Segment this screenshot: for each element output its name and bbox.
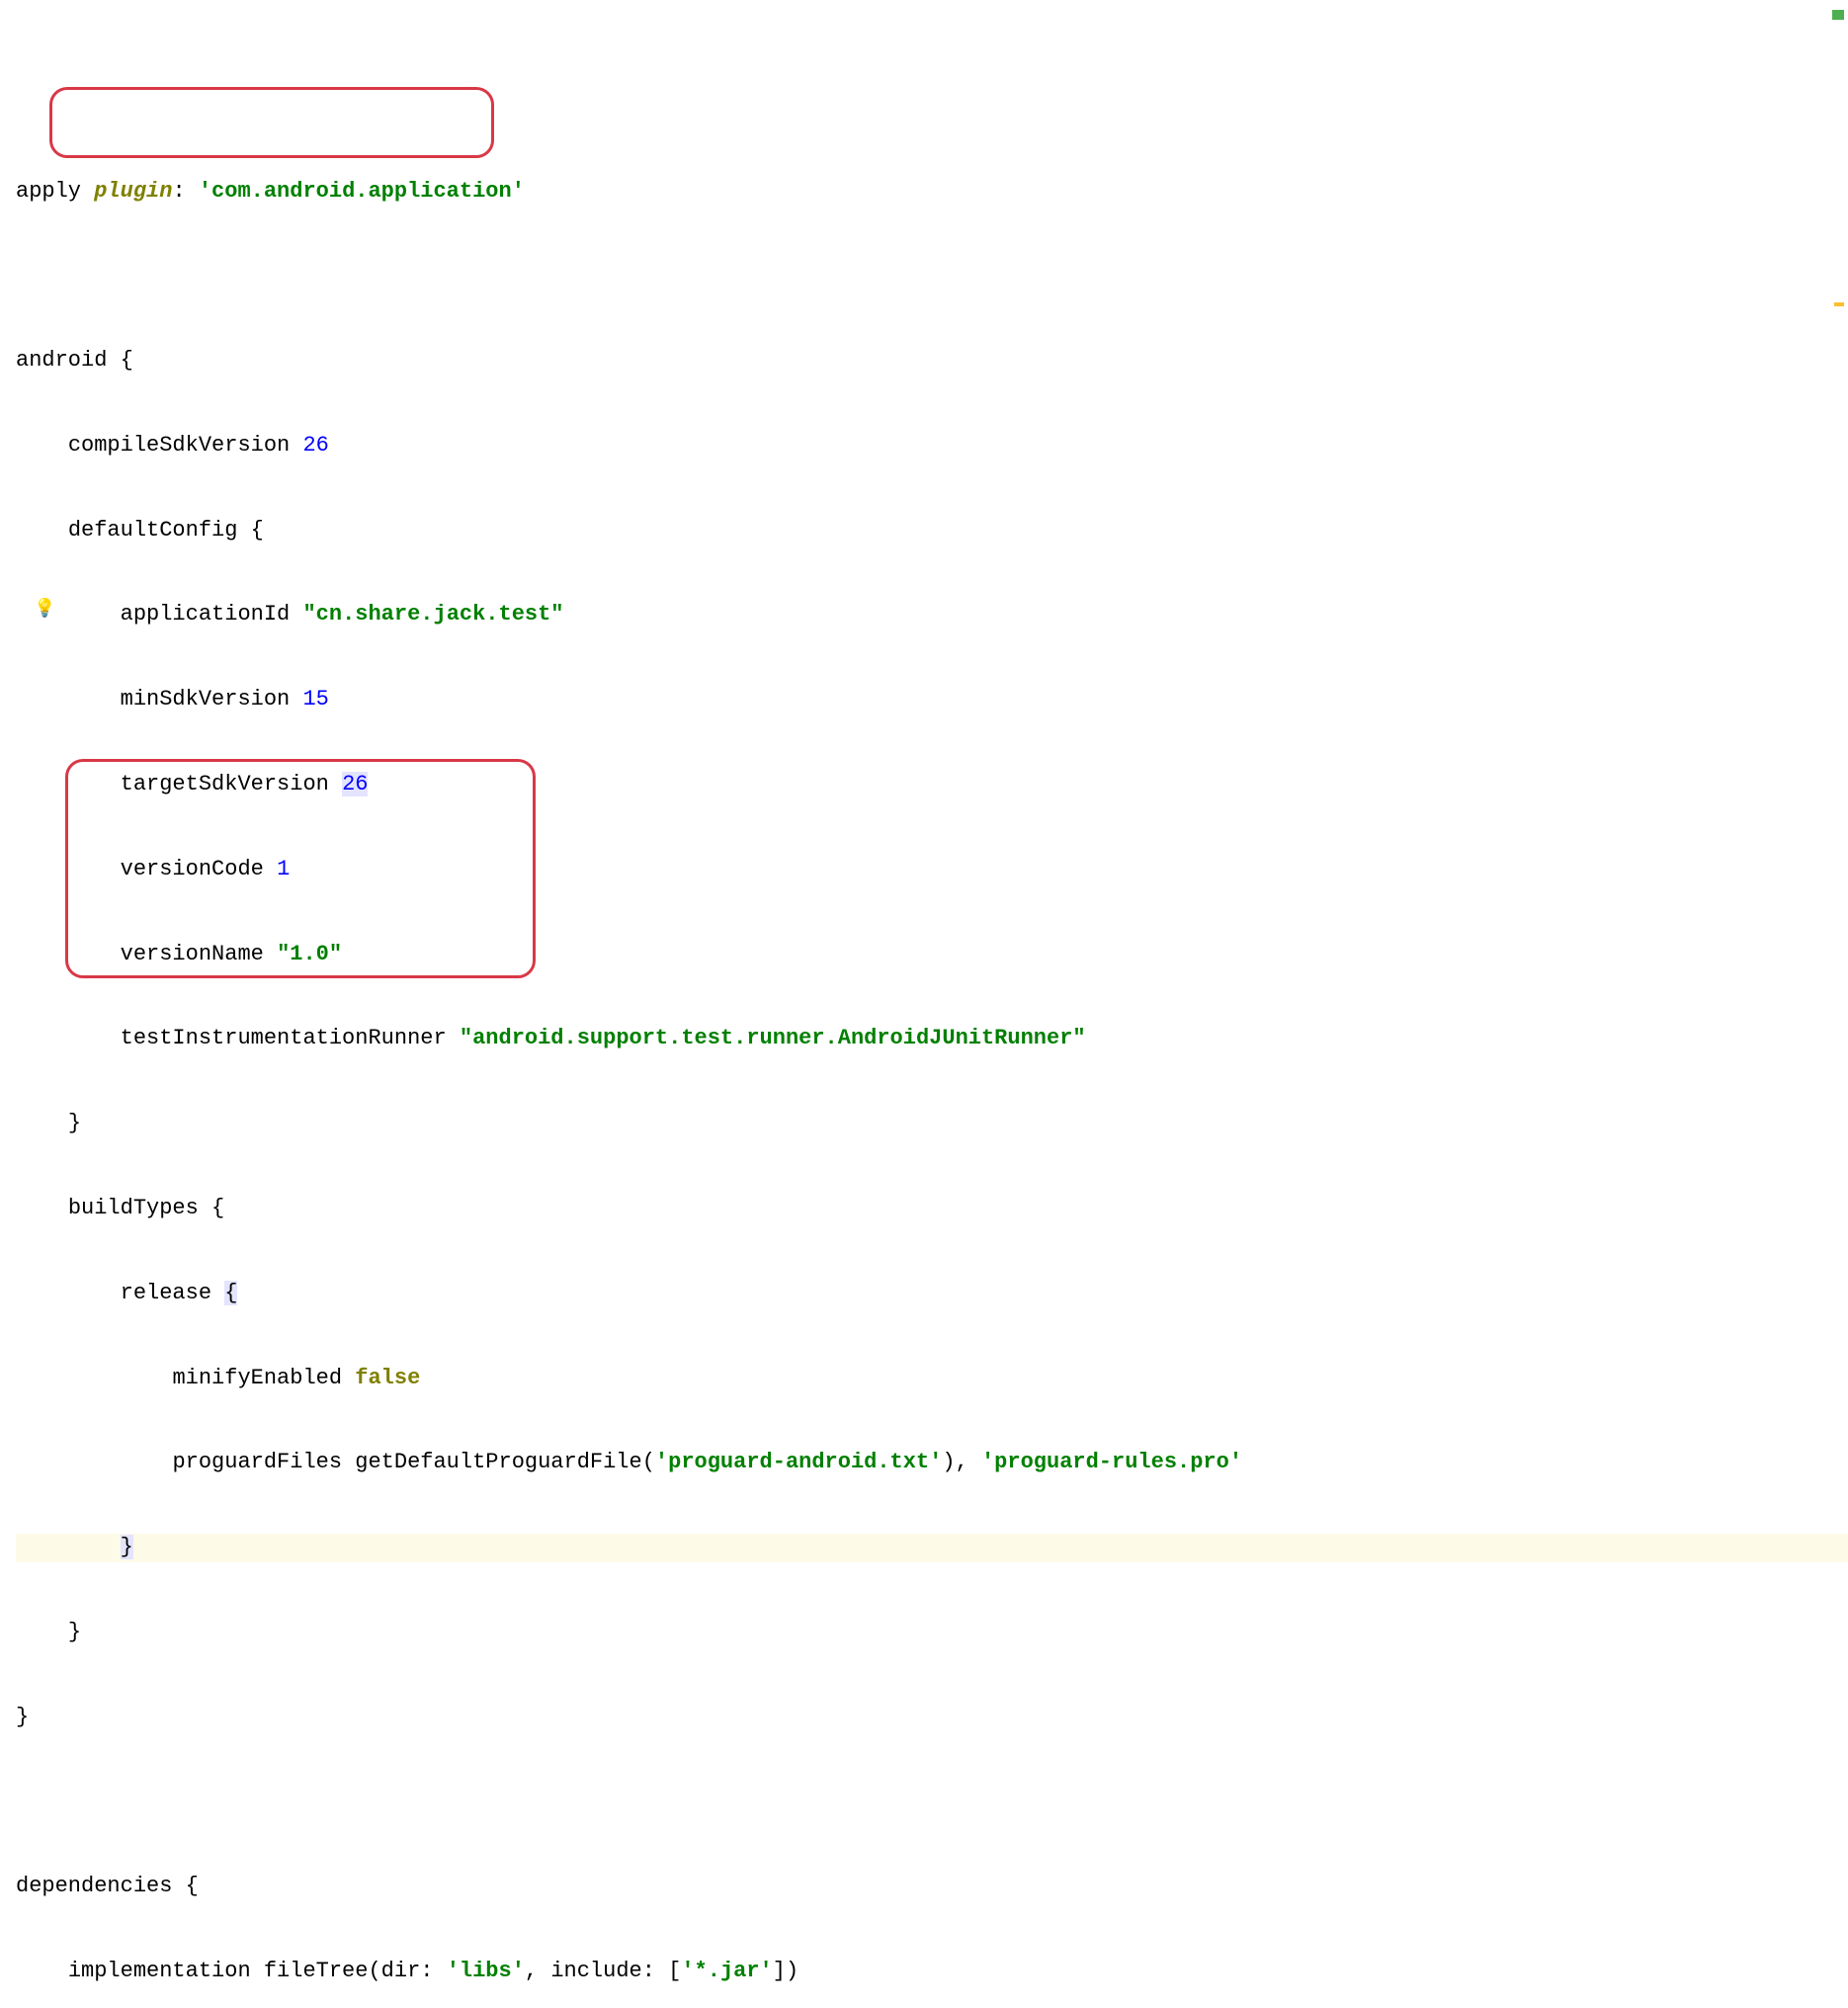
prop-defaultConfig: defaultConfig [68,518,251,543]
code-line: versionName "1.0" [16,941,1848,969]
keyword-false: false [355,1366,420,1390]
prop-proguardFiles: proguardFiles getDefaultProguardFile( [172,1450,654,1474]
number-literal: 26 [302,433,328,458]
prop-compileSdkVersion: compileSdkVersion [68,433,303,458]
code-line: minSdkVersion 15 [16,686,1848,714]
string-literal: '*.jar' [681,1959,772,1983]
code-line: testInstrumentationRunner "android.suppo… [16,1025,1848,1053]
status-indicator-green [1832,10,1844,20]
prop-release: release [121,1281,225,1305]
string-literal: "cn.share.jack.test" [302,602,563,627]
code-line: } [16,1704,1848,1732]
string-literal: 'proguard-rules.pro' [981,1450,1242,1474]
prop-implementation: implementation fileTree( [68,1959,381,1983]
status-indicator-warning[interactable] [1834,302,1844,306]
brace-matched: } [121,1535,133,1559]
code-line: minifyEnabled false [16,1365,1848,1393]
prop-minifyEnabled: minifyEnabled [172,1366,355,1390]
prop-targetSdkVersion: targetSdkVersion [121,772,342,796]
code-line: } [16,1619,1848,1647]
number-literal: 15 [302,687,328,711]
code-line-empty [16,262,1848,291]
code-editor[interactable]: apply plugin: 'com.android.application' … [0,113,1848,2008]
code-line: versionCode 1 [16,856,1848,884]
code-line: proguardFiles getDefaultProguardFile('pr… [16,1449,1848,1477]
code-line: } [16,1110,1848,1138]
code-line: implementation fileTree(dir: 'libs', inc… [16,1958,1848,1986]
code-line-current: } [16,1534,1848,1562]
string-literal: 'libs' [447,1959,525,1983]
brace-matched: { [224,1281,237,1305]
keyword-apply: apply [16,179,81,204]
number-literal: 1 [277,857,290,881]
lightbulb-icon[interactable]: 💡 [34,599,55,622]
code-line: release { [16,1280,1848,1308]
error-stripe[interactable] [1826,0,1848,2008]
keyword-android: android [16,348,107,373]
prop-minSdkVersion: minSdkVersion [121,687,303,711]
code-line: targetSdkVersion 26 [16,771,1848,799]
prop-testInstrumentationRunner: testInstrumentationRunner [121,1026,460,1050]
code-line-empty [16,1788,1848,1816]
number-literal: 26 [342,772,368,796]
prop-versionCode: versionCode [121,857,277,881]
string-literal: 'com.android.application' [199,179,525,204]
prop-applicationId: applicationId [121,602,303,627]
code-line: android { [16,347,1848,376]
code-line: dependencies { [16,1873,1848,1901]
code-line: apply plugin: 'com.android.application' [16,178,1848,207]
prop-versionName: versionName [121,942,277,966]
code-line: compileSdkVersion 26 [16,432,1848,460]
string-literal: 'proguard-android.txt' [655,1450,942,1474]
keyword-dependencies: dependencies [16,1874,186,1898]
code-line: buildTypes { [16,1195,1848,1223]
prop-buildTypes: buildTypes [68,1196,211,1220]
keyword-plugin: plugin [94,179,172,204]
code-line: applicationId "cn.share.jack.test" [16,601,1848,629]
code-line: defaultConfig { [16,517,1848,545]
string-literal: "android.support.test.runner.AndroidJUni… [460,1026,1086,1050]
string-literal: "1.0" [277,942,342,966]
